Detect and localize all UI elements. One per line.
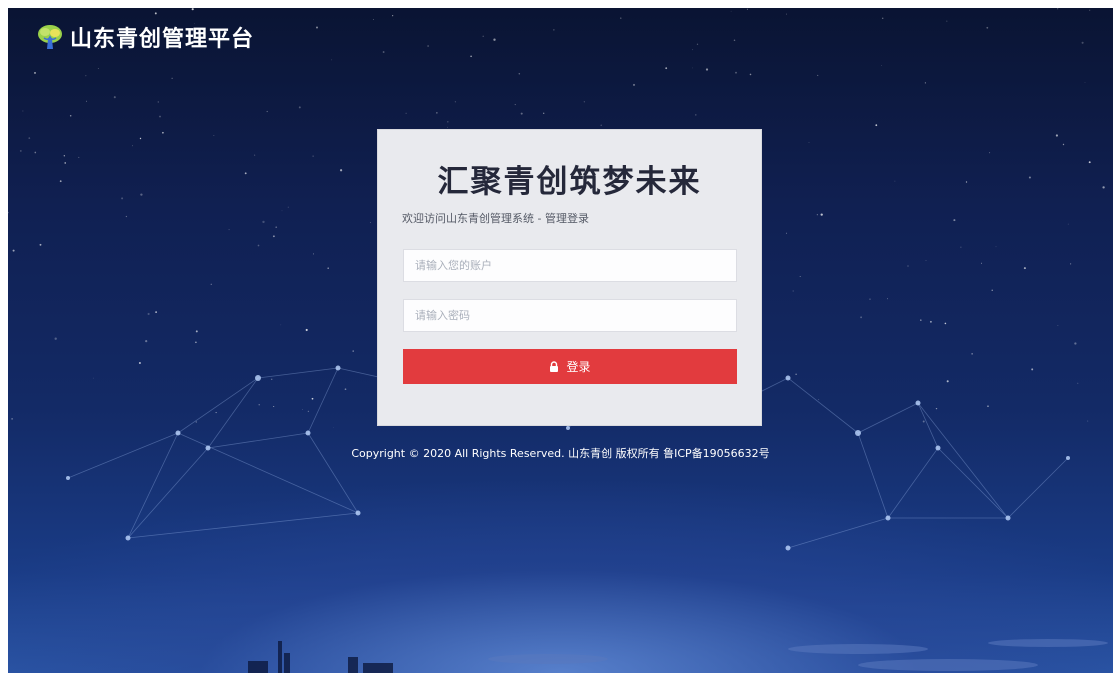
lock-icon <box>550 361 559 372</box>
login-card-title: 汇聚青创筑梦未来 <box>437 164 702 200</box>
username-input[interactable] <box>403 249 737 282</box>
tree-logo-icon <box>38 25 62 49</box>
app-logo: 山东青创管理平台 <box>36 22 254 52</box>
login-page-background: 山东青创管理平台 汇聚青创筑梦未来 欢迎访问山东青创管理系统 - 管理登录 登录… <box>8 8 1113 673</box>
login-card: 汇聚青创筑梦未来 欢迎访问山东青创管理系统 - 管理登录 登录 <box>377 129 762 426</box>
password-input[interactable] <box>403 299 737 332</box>
city-skyline-decoration <box>248 639 1108 673</box>
app-title: 山东青创管理平台 <box>70 27 255 52</box>
login-button-label: 登录 <box>566 360 591 374</box>
login-button[interactable]: 登录 <box>403 349 737 384</box>
login-card-subtitle: 欢迎访问山东青创管理系统 - 管理登录 <box>402 212 589 225</box>
footer-copyright: Copyright © 2020 All Rights Reserved. 山东… <box>351 447 770 460</box>
